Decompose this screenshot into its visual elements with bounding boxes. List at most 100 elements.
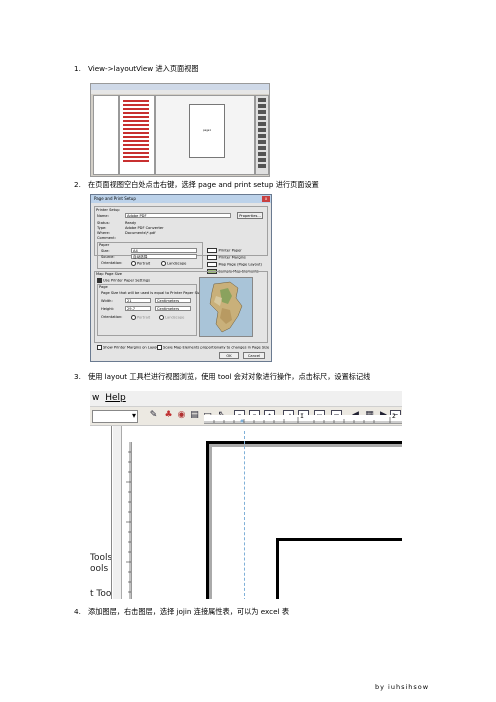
layout-toolbar-screenshot: w Help ▾ ✎ ♣ ◉ ▤ ▭ ⇖ ⊕ ⊖ ✥ ⤢ ⤡ ▣ ⊡ ◀ ▦ ▶… xyxy=(90,391,402,599)
paper-size-value: A4 xyxy=(133,249,138,253)
printer-setup-label: Printer Setup xyxy=(96,208,120,212)
menu-view[interactable]: w xyxy=(92,393,99,403)
step-number: 2. xyxy=(74,180,81,189)
pencil-icon[interactable]: ✎ xyxy=(148,410,159,421)
landscape2-text: Landscape xyxy=(165,315,185,320)
landscape-text: Landscape xyxy=(167,261,187,266)
width-label: Width: xyxy=(101,299,113,303)
page-note: Page Size that will be used is equal to … xyxy=(101,291,202,295)
landscape2-radio[interactable]: Landscape xyxy=(159,315,184,320)
map-frame[interactable] xyxy=(276,538,402,599)
width-input[interactable]: 21 xyxy=(125,298,151,303)
type-value: Adobe PDF Converter xyxy=(125,226,164,230)
height-unit-select[interactable]: Centimeters xyxy=(155,306,191,311)
portrait-radio[interactable]: Portrait xyxy=(131,261,150,266)
portrait2-text: Portrait xyxy=(137,315,151,320)
catalog-pane xyxy=(119,95,155,175)
paper-label: Paper xyxy=(99,243,110,247)
vertical-ruler[interactable] xyxy=(123,442,132,599)
status-label: Status: xyxy=(97,221,110,225)
legend-printer-paper: Printer Paper xyxy=(207,248,242,253)
pane-item[interactable]: t Tools xyxy=(90,589,111,599)
menu-help[interactable]: Help xyxy=(105,393,126,403)
scrollbar[interactable] xyxy=(113,426,122,599)
paper-source-value: 自动选择 xyxy=(133,255,148,259)
type-label: Type: xyxy=(97,226,107,230)
guide-line[interactable] xyxy=(244,431,245,599)
pane-item[interactable]: Tools xyxy=(90,553,111,563)
use-printer-settings-text: Use Printer Paper Settings xyxy=(103,278,151,283)
horizontal-ruler[interactable]: 1 2 xyxy=(204,413,402,424)
layout-view[interactable]: page1 xyxy=(155,95,255,175)
width-unit-value: Centimeters xyxy=(157,299,180,303)
step-text: 在页面视图空白处点击右键，选择 page and print setup 进行页… xyxy=(88,180,319,189)
pane-item[interactable]: ools xyxy=(90,564,111,574)
step-number: 3. xyxy=(74,372,81,381)
map-image xyxy=(200,278,252,336)
step-text: 添加图层，右击图层，选择 jojin 连接属性表，可以为 excel 表 xyxy=(88,607,290,616)
size-label: Size: xyxy=(101,249,110,253)
source-label: Source: xyxy=(101,255,115,259)
legend-map-page-text: Map Page (Page Layout) xyxy=(218,262,262,267)
height-label: Height: xyxy=(101,307,115,311)
paper-size-select[interactable]: A4 xyxy=(131,248,197,253)
properties-button[interactable]: Properties... xyxy=(237,212,263,219)
step-number: 1. xyxy=(74,64,81,73)
table-of-contents-pane xyxy=(93,95,119,175)
step-1: 1. View->layoutView 进入页面视图 xyxy=(74,64,199,74)
layout-canvas[interactable] xyxy=(206,431,402,599)
orientation-label: Orientation: xyxy=(101,261,123,265)
step-number: 4. xyxy=(74,607,81,616)
scale-combo[interactable]: ▾ xyxy=(92,410,138,423)
page-label: Page xyxy=(99,285,108,289)
height-input[interactable]: 29.7 xyxy=(125,306,151,311)
comment-label: Comment: xyxy=(97,236,116,240)
step-4: 4. 添加图层，右击图层，选择 jojin 连接属性表，可以为 excel 表 xyxy=(74,607,289,617)
printer-name-value: Adobe PDF xyxy=(127,214,147,218)
scale-elements-checkbox[interactable]: Scale Map Elements proportionally to cha… xyxy=(157,345,269,350)
orientation2-label: Orientation: xyxy=(101,315,123,319)
dialog-title: Page and Print Setup xyxy=(91,195,271,203)
show-margins-text: Show Printer Margins on Layout xyxy=(103,345,161,350)
name-label: Name: xyxy=(97,214,109,218)
author-footer: by iuhsihsow xyxy=(375,683,430,691)
step-text: 使用 layout 工具栏进行视图浏览，使用 tool 会对对象进行操作，点击标… xyxy=(88,372,371,381)
arcmap-layout-screenshot: page1 xyxy=(90,83,270,177)
close-button[interactable]: x xyxy=(262,196,270,202)
table-icon[interactable]: ▤ xyxy=(189,410,200,421)
color-icon[interactable]: ♣ xyxy=(163,410,174,421)
scale-elements-text: Scale Map Elements proportionally to cha… xyxy=(163,345,270,350)
step-2: 2. 在页面视图空白处点击右键，选择 page and print setup 进… xyxy=(74,180,319,190)
paper-source-select[interactable]: 自动选择 xyxy=(131,254,197,259)
portrait-text: Portrait xyxy=(137,261,151,266)
step-3: 3. 使用 layout 工具栏进行视图浏览，使用 tool 会对对象进行操作，点… xyxy=(74,372,370,382)
legend-map-page: Map Page (Page Layout) xyxy=(207,262,262,267)
menu-bar: w Help xyxy=(90,391,402,407)
show-margins-checkbox[interactable]: Show Printer Margins on Layout xyxy=(97,345,160,350)
toolbox-pane: Tools ools t Tools ools s xyxy=(90,426,112,599)
width-value: 21 xyxy=(127,299,132,303)
map-page-size-label: Map Page Size xyxy=(96,272,122,276)
page-and-print-setup-dialog: Page and Print Setup x Printer Setup Nam… xyxy=(90,194,272,362)
vertical-ruler-ticks xyxy=(126,442,131,599)
status-value: Ready xyxy=(125,221,137,225)
use-printer-settings-checkbox[interactable]: Use Printer Paper Settings xyxy=(97,278,150,283)
identify-icon[interactable]: ◉ xyxy=(176,410,187,421)
toolbar-strip xyxy=(91,90,269,94)
sample-map-preview xyxy=(199,277,253,337)
portrait2-radio[interactable]: Portrait xyxy=(131,315,150,320)
landscape-radio[interactable]: Landscape xyxy=(161,261,186,266)
tools-strip xyxy=(255,95,269,175)
layout-page: page1 xyxy=(189,104,225,158)
printer-name-select[interactable]: Adobe PDF xyxy=(125,213,231,218)
width-unit-select[interactable]: Centimeters xyxy=(155,298,191,303)
where-label: Where: xyxy=(97,231,110,235)
ok-button[interactable]: OK xyxy=(219,352,239,359)
cancel-button[interactable]: Cancel xyxy=(243,352,265,359)
legend-printer-paper-text: Printer Paper xyxy=(218,248,242,253)
chevron-down-icon: ▾ xyxy=(131,411,136,420)
legend-printer-margins-text: Printer Margins xyxy=(218,255,246,260)
ruler-ticks xyxy=(204,417,402,423)
height-value: 29.7 xyxy=(127,307,136,311)
where-value: Documents\*.pdf xyxy=(125,231,156,235)
